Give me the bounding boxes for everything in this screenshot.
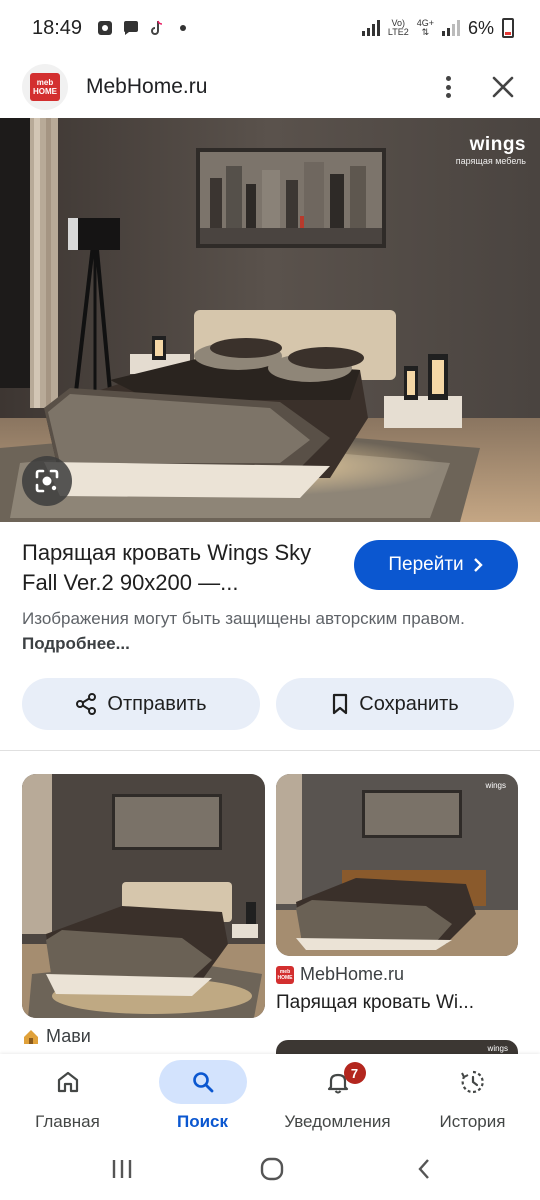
home-circle-icon [260,1157,284,1181]
nav-home-label: Главная [35,1112,100,1131]
section-divider [0,750,540,751]
bedroom-photo [0,118,540,522]
nav-home[interactable]: Главная [0,1054,135,1142]
result-title[interactable]: Парящая кровать Wings Sky Fall Ver.2 90x… [22,538,342,598]
related-title-2[interactable]: Парящая кровать Wi... [276,992,516,1014]
more-options-icon[interactable] [438,72,458,102]
header-actions [438,72,518,102]
share-button-label: Отправить [107,692,207,715]
related-image-photo [22,774,265,1018]
status-time: 18:49 [32,16,83,39]
related-image[interactable] [22,774,265,1018]
system-navigation-bar [0,1142,540,1200]
mebhome-logo-icon: meb HOME [30,73,60,101]
gallery-notification-icon [98,21,113,35]
goto-button[interactable]: Перейти [354,540,518,590]
main-image[interactable]: wings парящая мебель [0,118,540,522]
share-icon [76,693,97,715]
nav-search[interactable]: Поиск [135,1054,270,1142]
nav-search-label: Поиск [176,1112,229,1131]
nav-notifications-label: Уведомления [284,1112,391,1131]
copyright-notice: Изображения могут быть защищены авторски… [22,606,502,656]
google-lens-button[interactable] [22,456,72,506]
signal-icon [361,20,380,36]
related-source-2-name: MebHome.ru [300,964,405,984]
home-system-button[interactable] [252,1154,292,1184]
nav-notifications[interactable]: 7 Уведомления [270,1054,405,1142]
svg-text:wings: wings [487,1044,508,1053]
status-system-icons: Vo) LTE2 4G+ ⇅ 6% [361,17,514,39]
site-name[interactable]: MebHome.ru [86,75,207,99]
save-button[interactable]: Сохранить [276,678,514,730]
svg-text:wings: wings [485,781,506,790]
bookmark-icon [333,693,348,715]
back-chevron-icon [418,1159,429,1179]
related-source-1[interactable]: Мави [22,1026,91,1047]
battery-percent: 6% [467,17,494,38]
network-type-indicator: 4G+ ⇅ [416,18,434,37]
lens-icon [35,469,59,493]
related-image-photo: wings [276,1040,518,1054]
recent-apps-icon [112,1160,132,1178]
wings-watermark: wings парящая мебель [455,134,526,166]
related-image-photo: wings [276,774,518,956]
notification-badge: 7 [343,1062,366,1084]
share-button[interactable]: Отправить [22,678,260,730]
nav-history-icon-wrap [429,1060,517,1104]
related-image-partial[interactable]: wings [276,1040,518,1054]
site-logo[interactable]: meb HOME [22,64,68,110]
nav-home-icon-wrap [24,1060,112,1104]
save-button-label: Сохранить [359,692,459,715]
house-favicon-icon [24,1029,38,1044]
goto-button-label: Перейти [388,554,464,575]
nav-history[interactable]: История [405,1054,540,1142]
nav-search-icon-wrap [158,1060,247,1104]
battery-icon [502,18,514,38]
nav-notifications-icon-wrap: 7 [294,1060,382,1104]
chevron-right-icon [473,558,483,572]
related-image[interactable]: wings [276,774,518,956]
nav-history-label: История [439,1112,506,1131]
close-icon[interactable] [488,72,518,102]
more-info-link[interactable]: Подробнее... [22,634,130,653]
dot-notification-icon [180,25,187,31]
signal-icon-2 [441,20,460,36]
mebhome-favicon-icon: meb HOME [276,965,294,984]
tiktok-notification-icon [151,20,163,35]
volte-indicator: Vo) LTE2 [387,18,409,37]
bottom-navigation: Главная Поиск 7 Уведомления История [0,1054,540,1142]
search-icon [192,1072,213,1093]
history-icon [460,1070,484,1094]
site-header: meb HOME MebHome.ru [0,56,540,118]
recent-apps-button[interactable] [102,1154,142,1184]
related-source-2[interactable]: meb HOME MebHome.ru [276,964,404,985]
back-button[interactable] [404,1154,444,1184]
copyright-text: Изображения могут быть защищены авторски… [22,609,465,628]
related-source-1-name: Мави [46,1026,91,1046]
home-icon [57,1071,78,1093]
message-notification-icon [124,21,139,35]
status-notification-icons [96,19,192,37]
result-title-row: Парящая кровать Wings Sky Fall Ver.2 90x… [22,538,522,598]
status-bar: 18:49 Vo) LTE2 4G+ ⇅ 6% [0,0,540,56]
